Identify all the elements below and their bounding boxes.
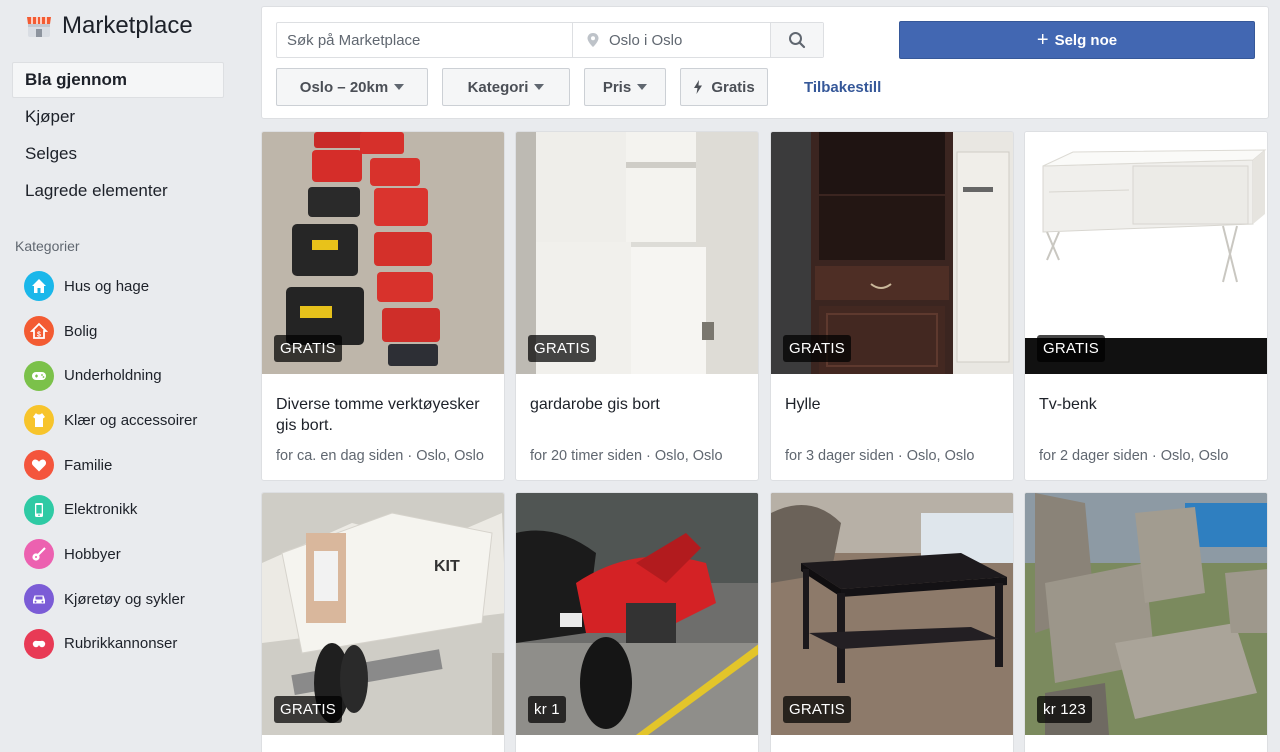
car-icon (24, 584, 54, 615)
category-item-hobbies[interactable]: Hobbyer (24, 532, 234, 577)
house-icon (24, 271, 54, 302)
listing-photo: KIT GRATIS (262, 493, 504, 735)
nav-item-browse[interactable]: Bla gjennom (12, 62, 224, 98)
category-item-family[interactable]: Familie (24, 443, 234, 488)
brand[interactable]: Marketplace (26, 10, 193, 42)
listing-meta: for 2 dager siden · Oslo, Oslo (1039, 448, 1229, 464)
listing-card[interactable]: kr 1 (515, 492, 759, 752)
classifieds-icon (24, 628, 54, 659)
filter-label: Gratis (711, 78, 755, 96)
app-title: Marketplace (62, 12, 193, 39)
lightning-icon (694, 80, 703, 94)
chevron-down-icon (394, 84, 405, 90)
location-pin-icon (587, 33, 599, 47)
category-label: Rubrikkannonser (64, 635, 178, 653)
sidebar: Marketplace Bla gjennom Kjøper Selges La… (0, 0, 240, 752)
category-label: Underholdning (64, 367, 162, 385)
phone-icon (24, 494, 54, 525)
category-label: Klær og accessoirer (64, 411, 198, 429)
chevron-down-icon (534, 84, 545, 90)
price-badge: GRATIS (1037, 335, 1105, 362)
price-badge: GRATIS (783, 335, 851, 362)
listing-card[interactable]: GRATIS Tv-benk for 2 dager siden · Oslo,… (1024, 131, 1268, 481)
filter-label: Kategori (467, 78, 529, 96)
filter-label: Pris (602, 78, 632, 96)
location-field[interactable] (572, 23, 770, 57)
home-icon: $ (24, 316, 54, 347)
nav-item-buying[interactable]: Kjøper (12, 99, 224, 135)
price-badge: kr 1 (528, 696, 566, 723)
listing-card[interactable]: KIT GRATIS (261, 492, 505, 752)
listing-card[interactable]: GRATIS gardarobe gis bort for 20 timer s… (515, 131, 759, 481)
location-input[interactable] (609, 31, 769, 49)
heart-icon (24, 450, 54, 481)
category-item-entertainment[interactable]: Underholdning (24, 353, 234, 398)
svg-text:KIT: KIT (434, 558, 460, 575)
plus-icon: + (1036, 29, 1049, 51)
category-label: Hobbyer (64, 545, 121, 563)
reset-filters-link[interactable]: Tilbakestill (804, 79, 881, 96)
category-item-housing[interactable]: $ Bolig (24, 309, 234, 354)
location-radius-filter[interactable]: Oslo – 20km (276, 68, 428, 106)
search-input[interactable] (277, 23, 572, 57)
svg-text:$: $ (37, 332, 41, 339)
filter-label: Oslo – 20km (299, 78, 389, 96)
search-panel: + Selg noe Oslo – 20km Kategori Pris Gra… (261, 6, 1269, 119)
category-item-classifieds[interactable]: Rubrikkannonser (24, 622, 234, 667)
listing-photo: GRATIS (771, 132, 1013, 374)
category-label: Kjøretøy og sykler (64, 590, 185, 608)
listing-title: Hylle (785, 396, 821, 413)
listing-card[interactable]: GRATIS Diverse tomme verktøyesker gis bo… (261, 131, 505, 481)
listing-photo: GRATIS (771, 493, 1013, 735)
marketplace-icon (27, 17, 51, 37)
free-filter[interactable]: Gratis (680, 68, 768, 106)
price-badge: GRATIS (783, 696, 851, 723)
listing-title: Diverse tomme verktøyesker gis bort. (276, 396, 480, 434)
listing-photo: GRATIS (262, 132, 504, 374)
search-box (276, 22, 824, 58)
guitar-icon (24, 539, 54, 570)
nav-item-saved[interactable]: Lagrede elementer (12, 173, 224, 209)
category-item-electronics[interactable]: Elektronikk (24, 487, 234, 532)
sidebar-nav: Bla gjennom Kjøper Selges Lagrede elemen… (12, 62, 224, 210)
price-badge: GRATIS (528, 335, 596, 362)
price-badge: kr 123 (1037, 696, 1092, 723)
category-item-house-garden[interactable]: Hus og hage (24, 264, 234, 309)
price-badge: GRATIS (274, 696, 342, 723)
listing-title: gardarobe gis bort (530, 396, 660, 413)
chevron-down-icon (637, 84, 648, 90)
listing-title: Tv-benk (1039, 396, 1097, 413)
listing-photo: GRATIS (516, 132, 758, 374)
search-button[interactable] (770, 23, 823, 57)
category-list: Hus og hage $ Bolig Underholdning Klær o… (24, 264, 234, 666)
listing-photo: GRATIS (1025, 132, 1267, 374)
search-icon (789, 32, 806, 49)
category-label: Elektronikk (64, 501, 138, 519)
listing-photo: kr 123 (1025, 493, 1267, 735)
listing-meta: for 3 dager siden · Oslo, Oslo (785, 448, 975, 464)
category-label: Familie (64, 456, 113, 474)
listing-card[interactable]: GRATIS Hylle for 3 dager siden · Oslo, O… (770, 131, 1014, 481)
listing-card[interactable]: kr 123 (1024, 492, 1268, 752)
clothing-icon (24, 405, 54, 436)
category-item-clothing[interactable]: Klær og accessoirer (24, 398, 234, 443)
price-badge: GRATIS (274, 335, 342, 362)
listing-meta: for 20 timer siden · Oslo, Oslo (530, 448, 723, 464)
gamepad-icon (24, 360, 54, 391)
category-item-vehicles[interactable]: Kjøretøy og sykler (24, 577, 234, 622)
sell-button-label: Selg noe (1054, 31, 1118, 49)
listing-photo: kr 1 (516, 493, 758, 735)
listing-card[interactable]: GRATIS (770, 492, 1014, 752)
category-label: Hus og hage (64, 277, 150, 295)
nav-item-selling[interactable]: Selges (12, 136, 224, 172)
categories-heading: Kategorier (15, 238, 80, 254)
listing-meta: for ca. en dag siden · Oslo, Oslo (276, 448, 484, 464)
price-filter[interactable]: Pris (584, 68, 666, 106)
sell-something-button[interactable]: + Selg noe (899, 21, 1255, 59)
category-filter[interactable]: Kategori (442, 68, 570, 106)
category-label: Bolig (64, 322, 98, 340)
